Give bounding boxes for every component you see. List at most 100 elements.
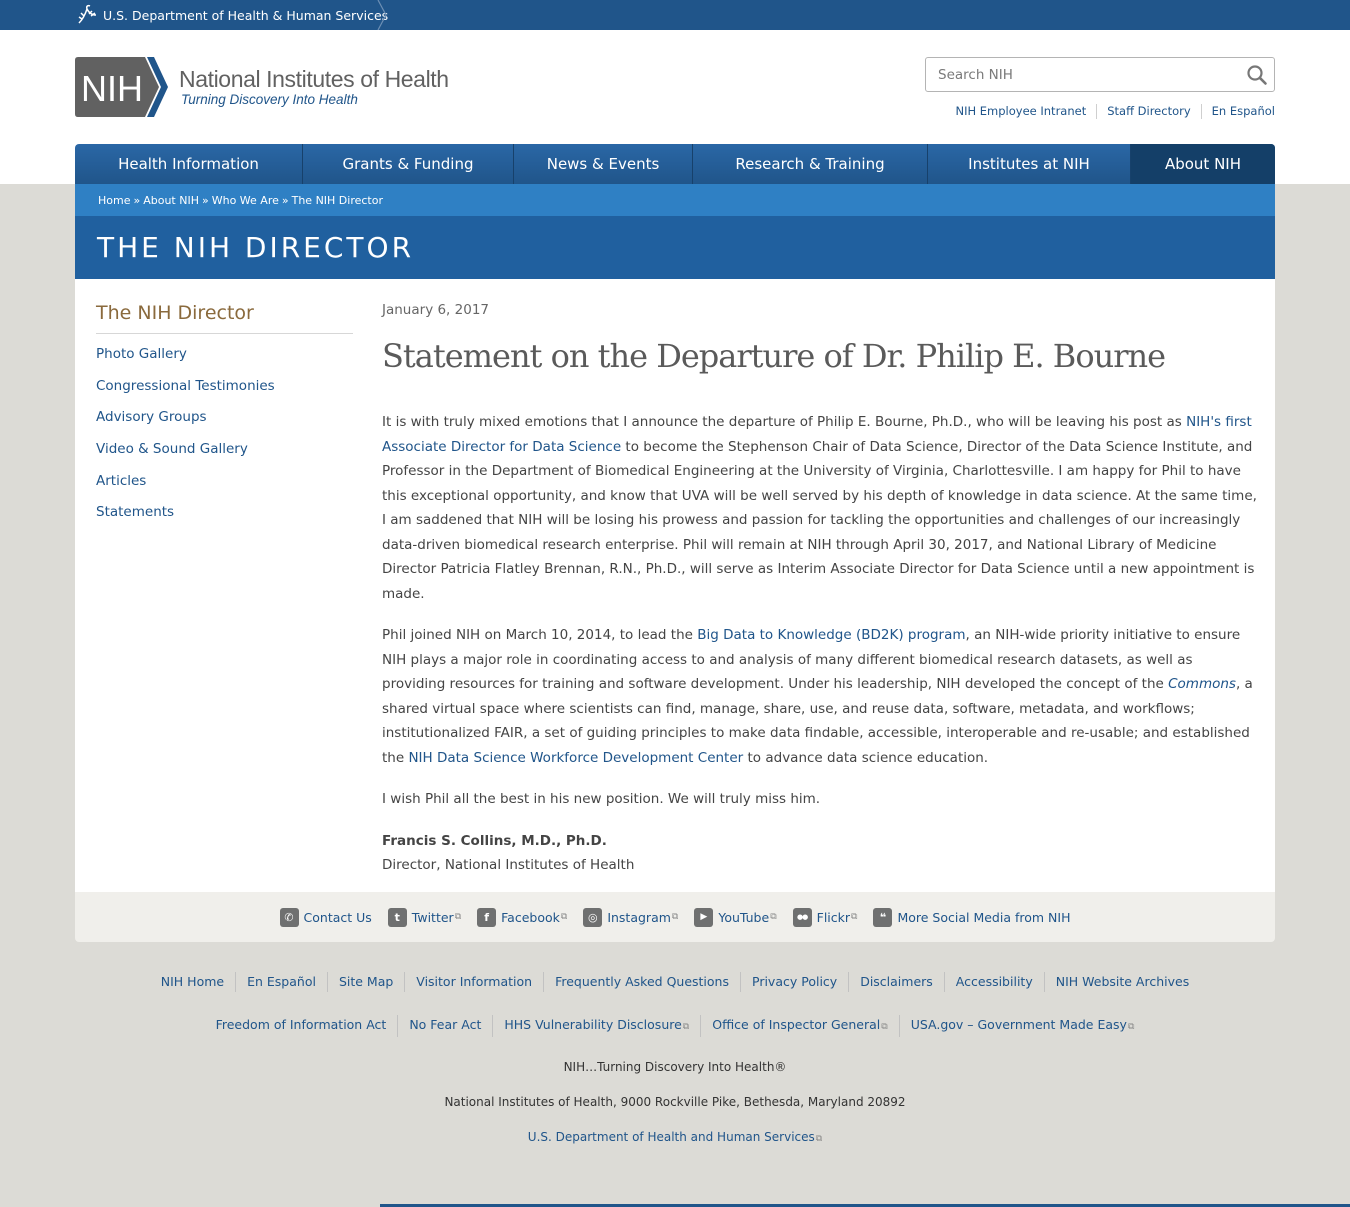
utility-links: NIH Employee Intranet Staff Directory En… [945,104,1275,119]
social-label: Twitter [411,909,454,925]
social-flickr[interactable]: ●● Flickr ⧉ [792,907,858,927]
signature-name: Francis S. Collins, M.D., Ph.D. [382,832,607,849]
breadcrumb: Home » About NIH » Who We Are » The NIH … [75,184,1275,216]
nav-research-training[interactable]: Research & Training [693,144,928,184]
footer-hhs-link[interactable]: U.S. Department of Health and Human Serv… [528,1130,822,1144]
social-youtube[interactable]: ▶ YouTube ⧉ [694,907,777,927]
footer-links-primary: NIH Home En Español Site Map Visitor Inf… [0,972,1350,992]
footer-inspector-general[interactable]: Office of Inspector General⧉ [700,1015,898,1037]
footer-site-map[interactable]: Site Map [326,972,404,992]
sidebar-item-video-sound-gallery[interactable]: Video & Sound Gallery [96,441,248,457]
sidebar-item-articles[interactable]: Articles [96,473,146,489]
footer-no-fear-act[interactable]: No Fear Act [397,1015,492,1037]
social-label: Contact Us [303,909,372,925]
social-more[interactable]: ❝ More Social Media from NIH [873,907,1071,927]
article-date: January 6, 2017 [382,302,489,318]
social-label: More Social Media from NIH [897,909,1071,925]
footer-tagline: NIH…Turning Discovery Into Health® [563,1060,787,1074]
hhs-label: U.S. Department of Health & Human Servic… [103,7,389,23]
nih-logo[interactable]: NIH National Institutes of Health Turnin… [75,57,449,117]
nav-institutes[interactable]: Institutes at NIH [928,144,1131,184]
breadcrumb-about-nih[interactable]: About NIH [143,194,199,207]
external-link-icon: ⧉ [671,912,679,922]
content-area: The NIH Director Photo Gallery Congressi… [75,279,1275,892]
social-label: YouTube [718,909,770,925]
bd2k-program-link[interactable]: Big Data to Knowledge (BD2K) program [697,627,965,643]
chat-bubbles-icon: ❝ [873,907,893,927]
sidebar-item-congressional-testimonies[interactable]: Congressional Testimonies [96,378,275,394]
paragraph-text: to advance data science education. [743,749,989,766]
external-link-icon: ⧉ [851,912,858,922]
social-facebook[interactable]: f Facebook ⧉ [477,907,567,927]
footer-espanol[interactable]: En Español [235,972,327,992]
main-nav: Health Information Grants & Funding News… [75,144,1275,184]
hhs-bar: U.S. Department of Health & Human Servic… [0,0,1350,30]
paragraph-text: Phil joined NIH on March 10, 2014, to le… [382,627,698,643]
hhs-link[interactable]: U.S. Department of Health & Human Servic… [75,0,388,30]
workforce-center-link[interactable]: NIH Data Science Workforce Development C… [408,750,743,766]
commons-link[interactable]: Commons [1168,676,1236,692]
footer-disclaimers[interactable]: Disclaimers [848,972,944,992]
social-twitter[interactable]: t Twitter ⧉ [387,907,462,927]
page-title: THE NIH DIRECTOR [97,231,415,264]
social-contact-us[interactable]: ✆ Contact Us [279,907,372,927]
nav-grants-funding[interactable]: Grants & Funding [303,144,514,184]
footer-hhs-vulnerability[interactable]: HHS Vulnerability Disclosure⧉ [492,1015,700,1037]
breadcrumb-separator: » [133,193,141,207]
logo-title: National Institutes of Health [179,66,449,92]
search-icon[interactable] [1246,64,1268,86]
sidebar: The NIH Director Photo Gallery Congressi… [96,301,353,536]
sidebar-list: Photo Gallery Congressional Testimonies … [96,346,353,520]
sidebar-item-statements[interactable]: Statements [96,504,174,520]
staff-directory-link[interactable]: Staff Directory [1096,104,1200,119]
footer-usa-gov[interactable]: USA.gov – Government Made Easy⧉ [898,1015,1146,1037]
nav-health-information[interactable]: Health Information [75,144,303,184]
external-link-icon: ⧉ [682,1022,690,1032]
article-paragraph: It is with truly mixed emotions that I a… [382,410,1257,606]
hhs-chevron-icon [377,0,387,30]
external-link-icon: ⧉ [770,912,777,922]
footer-nih-home[interactable]: NIH Home [150,972,235,992]
instagram-icon: ◎ [583,907,603,927]
hhs-eagle-icon [78,4,97,24]
external-link-icon: ⧉ [815,1134,823,1144]
flickr-icon: ●● [792,907,812,927]
social-label: Facebook [501,909,560,925]
footer-link-label: HHS Vulnerability Disclosure [504,1017,682,1032]
external-link-icon: ⧉ [454,912,462,922]
search-box [925,57,1275,92]
youtube-icon: ▶ [694,907,714,927]
footer-foia[interactable]: Freedom of Information Act [205,1015,398,1037]
espanol-link[interactable]: En Español [1200,104,1275,119]
title-band: THE NIH DIRECTOR [75,216,1275,279]
nav-about-nih[interactable]: About NIH [1131,144,1275,184]
footer-link-label: No Fear Act [409,1017,482,1032]
breadcrumb-separator: » [281,193,289,207]
article-headline: Statement on the Departure of Dr. Philip… [382,337,1166,375]
social-instagram[interactable]: ◎ Instagram ⧉ [583,907,679,927]
footer-link-label: USA.gov – Government Made Easy [910,1017,1127,1032]
article: January 6, 2017 Statement on the Departu… [382,302,1257,878]
twitter-icon: t [387,907,407,927]
social-bar: ✆ Contact Us t Twitter ⧉ f Facebook ⧉ ◎ … [75,892,1275,942]
nav-news-events[interactable]: News & Events [514,144,693,184]
breadcrumb-who-we-are[interactable]: Who We Are [212,194,279,207]
footer-hhs-label: U.S. Department of Health and Human Serv… [527,1130,815,1144]
logo-tagline: Turning Discovery Into Health [181,92,358,107]
signature-role: Director, National Institutes of Health [382,857,635,873]
footer-accessibility[interactable]: Accessibility [943,972,1044,992]
nih-logo-mark-text: NIH [81,68,143,109]
article-paragraph: I wish Phil all the best in his new posi… [382,791,821,807]
breadcrumb-home[interactable]: Home [98,194,130,207]
footer-archives[interactable]: NIH Website Archives [1043,972,1201,992]
footer-visitor-information[interactable]: Visitor Information [404,972,543,992]
footer-privacy-policy[interactable]: Privacy Policy [740,972,848,992]
footer-address: National Institutes of Health, 9000 Rock… [444,1095,906,1109]
paragraph-text: It is with truly mixed emotions that I a… [382,414,1187,430]
sidebar-title: The NIH Director [96,301,353,334]
employee-intranet-link[interactable]: NIH Employee Intranet [945,104,1096,119]
sidebar-item-advisory-groups[interactable]: Advisory Groups [96,409,207,425]
sidebar-item-photo-gallery[interactable]: Photo Gallery [96,346,187,362]
search-input[interactable] [926,58,1236,91]
footer-faq[interactable]: Frequently Asked Questions [543,972,740,992]
